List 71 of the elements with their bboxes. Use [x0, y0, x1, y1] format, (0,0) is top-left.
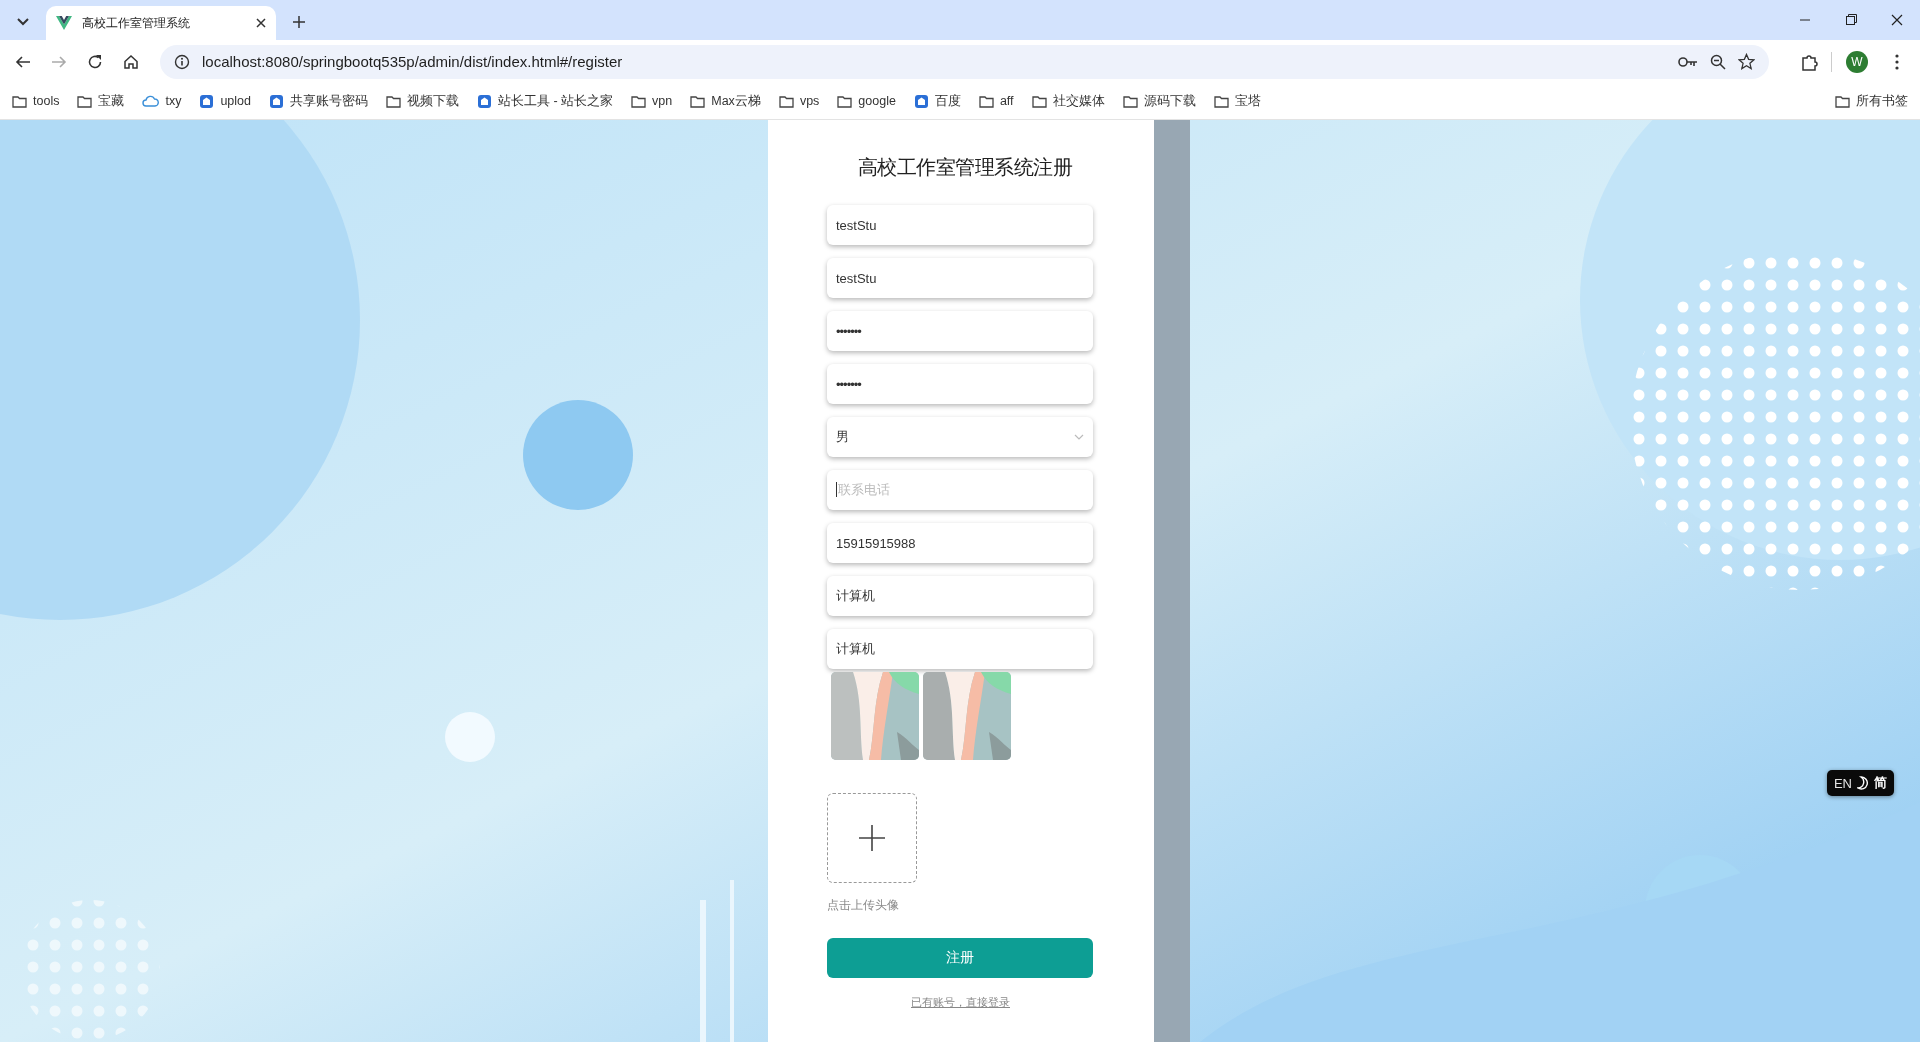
language-option[interactable]: 简 [1874, 774, 1887, 792]
bookmark[interactable]: vpn [631, 94, 673, 108]
password-field[interactable]: ••••••• [827, 311, 1093, 351]
folder-icon [978, 94, 994, 108]
site-icon [199, 93, 215, 109]
site-icon [477, 93, 492, 109]
bookmark[interactable]: 视频下载 [386, 92, 459, 110]
folder-icon [77, 94, 93, 108]
plus-icon [859, 825, 885, 851]
url-text: localhost:8080/springbootq535p/admin/dist/index.html#/register [202, 53, 624, 70]
chevron-down-icon [1074, 434, 1084, 440]
site-icon [269, 93, 284, 109]
login-link[interactable]: 已有账号，直接登录 [911, 995, 1010, 1010]
folder-icon [1835, 94, 1850, 108]
bookmark[interactable]: 共享账号密码 [269, 92, 368, 110]
moon-icon [1857, 776, 1869, 790]
bookmark[interactable]: 宝塔 [1213, 92, 1261, 110]
bookmark[interactable]: 源码下载 [1122, 92, 1196, 110]
puzzle-icon [1801, 52, 1819, 71]
vue-logo-icon [56, 16, 72, 30]
profile-avatar[interactable]: W [1846, 50, 1868, 73]
input-field[interactable]: 15915915988 [827, 523, 1093, 563]
folder-icon [1213, 94, 1229, 108]
folder-icon [386, 94, 401, 108]
input-field[interactable]: 计算机 [827, 629, 1093, 669]
bookmark[interactable]: 百度 [913, 92, 961, 110]
upload-hint: 点击上传头像 [827, 897, 900, 914]
input-field[interactable]: testStu [827, 205, 1093, 245]
folder-icon [837, 94, 853, 108]
menu-icon [1895, 53, 1899, 70]
back-arrow-icon [15, 53, 31, 70]
bookmark[interactable]: Max云梯 [690, 92, 761, 110]
bookmark[interactable]: 社交媒体 [1031, 92, 1105, 110]
reload-icon [87, 53, 103, 70]
bookmark[interactable]: vps [778, 94, 820, 108]
select-field[interactable]: 男 [827, 417, 1093, 457]
chevron-down-icon [17, 18, 29, 26]
folder-icon [631, 94, 647, 108]
close-icon[interactable] [256, 18, 266, 28]
all-bookmarks[interactable]: 所有书签 [1835, 92, 1908, 110]
bookmark[interactable]: 宝藏 [77, 92, 125, 110]
star-icon[interactable] [1738, 53, 1755, 70]
site-icon [913, 93, 929, 109]
home-icon [123, 53, 139, 70]
language-option[interactable]: EN [1833, 775, 1852, 791]
folder-icon [12, 94, 27, 108]
decorative-circle [445, 712, 495, 762]
bookmark[interactable]: aff [978, 94, 1014, 108]
cloud-icon [142, 95, 160, 107]
input-field[interactable]: testStu [827, 258, 1093, 298]
bookmark[interactable]: tools [12, 94, 60, 108]
address-bar[interactable]: localhost:8080/springbootq535p/admin/dist/index.html#/register [160, 44, 1769, 79]
folder-icon [778, 94, 794, 108]
folder-icon [690, 94, 706, 108]
plus-icon [293, 16, 305, 28]
forward-arrow-icon [51, 53, 67, 70]
folder-icon [1031, 94, 1047, 108]
bookmark[interactable]: google [837, 94, 896, 108]
key-icon[interactable] [1678, 55, 1698, 68]
avatar-upload-button[interactable] [827, 793, 917, 883]
zoom-icon[interactable] [1710, 53, 1726, 70]
form-title: 高校工作室管理系统注册 [856, 155, 1074, 180]
password-field[interactable]: ••••••• [827, 364, 1093, 404]
input-field[interactable]: 计算机 [827, 576, 1093, 616]
folder-icon [1122, 94, 1138, 108]
bookmark[interactable]: 站长工具 - 站长之家 [477, 92, 614, 110]
tab-title: 高校工作室管理系统 [82, 14, 191, 32]
info-icon[interactable] [174, 53, 190, 70]
bookmark[interactable]: uplod [199, 93, 251, 109]
browser-tab[interactable]: 高校工作室管理系统 [46, 6, 276, 40]
bookmark[interactable]: txy [142, 94, 182, 108]
